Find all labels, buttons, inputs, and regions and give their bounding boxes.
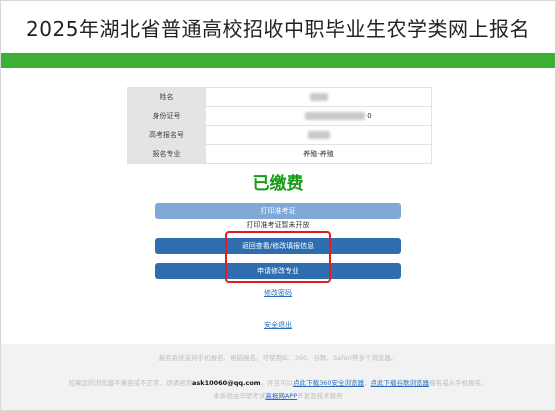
redacted-name <box>309 93 328 101</box>
redacted-id-number <box>305 112 366 120</box>
page-header: 2025年湖北省普通高校招收中职毕业生农学类网上报名 <box>1 1 555 53</box>
id-number-visible-digit: 0 <box>367 112 372 120</box>
header-green-bar <box>1 53 555 68</box>
gaobao-app-link[interactable]: 高报网APP <box>265 392 297 400</box>
exam-number-value <box>205 125 432 145</box>
footer: 报名系统支持手机报名、电脑报名。可使用IE、360、谷歌、Safari等多个浏览… <box>1 344 555 410</box>
table-row: 高考报名号 <box>127 125 432 145</box>
footer-help-suffix: 报名或从手机报名。 <box>428 379 488 387</box>
change-password-link[interactable]: 修改密码 <box>1 288 555 298</box>
footer-credit-suffix: 开发及技术服务 <box>297 392 343 400</box>
support-email: ask10060@qq.com <box>192 379 261 387</box>
table-row: 身份证号 0 <box>127 106 432 126</box>
id-number-label: 身份证号 <box>127 106 206 126</box>
footer-support-text: 报名系统支持手机报名、电脑报名。可使用IE、360、谷歌、Safari等多个浏览… <box>158 354 398 362</box>
name-label: 姓名 <box>127 87 206 107</box>
payment-status: 已缴费 <box>252 174 304 194</box>
red-highlight-box <box>225 231 331 283</box>
table-row: 报名专业 养殖-养殖 <box>127 144 432 164</box>
applicant-info-table: 姓名 身份证号 0 高考报名号 报名专业 养殖-养殖 <box>127 87 432 164</box>
redacted-exam-number <box>307 131 330 139</box>
footer-help-prefix: 如果您的浏览器不兼容或不正常，烦请咨询 <box>68 379 193 387</box>
download-chrome-link[interactable]: 点此下载谷歌浏览器 <box>370 379 429 387</box>
major-label: 报名专业 <box>127 144 206 164</box>
page-title: 2025年湖北省普通高校招收中职毕业生农学类网上报名 <box>26 16 530 41</box>
id-number-value: 0 <box>205 106 432 126</box>
footer-credit-prefix: 本系统由华职考试 <box>213 392 266 400</box>
download-360-link[interactable]: 点此下载360安全浏览器 <box>293 379 364 387</box>
footer-credit-line: 本系统由华职考试高报网APP开发及技术服务 <box>1 390 555 400</box>
major-value: 养殖-养殖 <box>205 144 432 164</box>
footer-help-mid: 。并且可以 <box>260 379 294 387</box>
print-admission-ticket-button[interactable]: 打印准考证 <box>155 203 401 219</box>
logout-link[interactable]: 安全退出 <box>1 320 555 330</box>
footer-help-line: 如果您的浏览器不兼容或不正常，烦请咨询ask10060@qq.com。并且可以点… <box>1 377 555 387</box>
page-frame: 2025年湖北省普通高校招收中职毕业生农学类网上报名 姓名 身份证号 0 高考报… <box>0 0 556 411</box>
exam-number-label: 高考报名号 <box>127 125 206 145</box>
name-value <box>205 87 432 107</box>
print-not-open-notice: 打印准考证暂未开放 <box>246 221 310 229</box>
table-row: 姓名 <box>127 87 432 107</box>
